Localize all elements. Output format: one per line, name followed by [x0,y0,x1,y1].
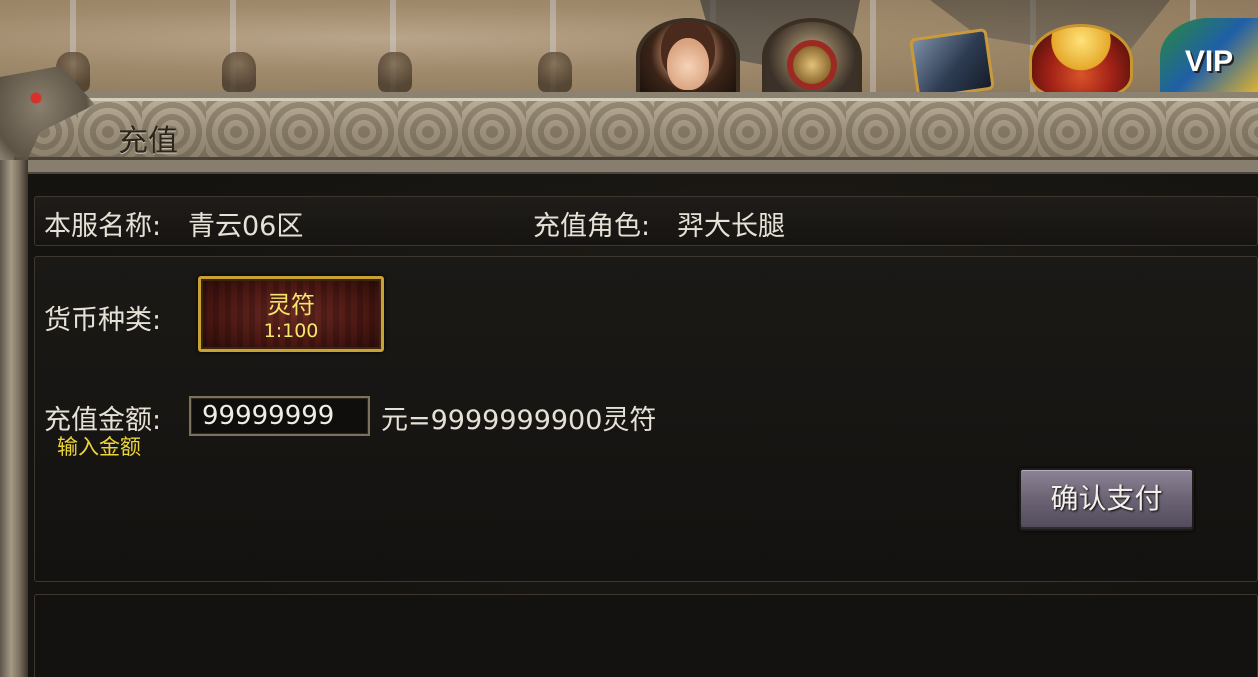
avatar [667,38,709,90]
box-shape [909,27,995,96]
currency-option-rate: 1:100 [263,320,319,342]
treasure-box-icon[interactable] [900,18,1004,96]
amount-input-hint: 输入金额 [57,435,141,459]
scene-figure [378,52,412,92]
currency-type-label: 货币种类: [44,305,162,336]
vip-icon[interactable]: VIP [1160,18,1258,96]
amount-input[interactable] [189,396,370,436]
currency-option-name: 灵符 [267,291,315,319]
scene-figure [538,52,572,92]
shield-emblem [787,40,837,90]
recharge-role-value: 羿大长腿 [677,211,785,242]
shield-icon[interactable] [762,18,862,96]
vip-icon-text: VIP [1184,45,1234,78]
pot-shape [1029,24,1133,96]
bottom-panel [34,594,1258,677]
confirm-payment-button[interactable]: 确认支付 [1019,468,1194,531]
customer-service-icon[interactable] [636,18,740,96]
recharge-role-label: 充值角色: [533,211,651,242]
conversion-result: 元=9999999900灵符 [381,405,657,436]
server-name-label: 本服名称: [44,211,162,242]
gold-pot-icon[interactable] [1022,18,1140,96]
server-name-value: 青云06区 [188,211,304,242]
scene-figure [222,52,256,92]
window-title: 充值 [118,124,178,159]
currency-option-lingfu[interactable]: 灵符 1:100 [198,276,384,352]
frame-left-border [0,160,28,677]
title-bar [14,98,1258,160]
